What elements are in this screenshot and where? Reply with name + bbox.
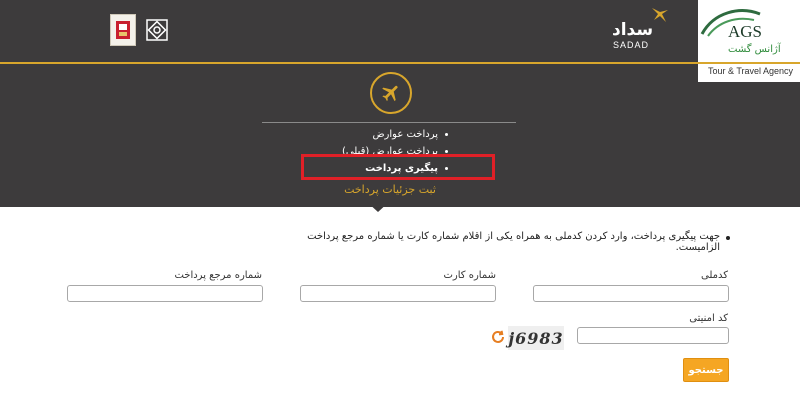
highlight-box xyxy=(301,154,495,180)
sadad-en-text: SADAD xyxy=(613,40,650,50)
national-code-input[interactable] xyxy=(533,285,729,302)
national-code-label: کدملی xyxy=(700,270,728,281)
sadad-fa-text: سداد xyxy=(612,20,654,40)
ref-number-label: شماره مرجع پرداخت xyxy=(174,270,262,281)
agency-fa-name: آژانس گشت xyxy=(728,44,781,55)
menu-item-tolls[interactable]: پرداخت عوارض xyxy=(300,126,448,143)
card-number-input[interactable] xyxy=(300,285,496,302)
airplane-icon xyxy=(382,85,398,102)
instruction-note: جهت پیگیری پرداخت، وارد کردن کدملی به هم… xyxy=(270,231,730,253)
page-header: سداد SADAD AGS آژانس گشت Tour & Travel A… xyxy=(0,0,800,207)
bank-emblem-icon xyxy=(142,15,172,45)
sadad-logo: سداد SADAD xyxy=(612,6,674,52)
plane-badge xyxy=(370,72,412,114)
agency-title: AGS xyxy=(728,22,763,41)
bank-logos xyxy=(110,6,180,54)
card-number-label: شماره کارت xyxy=(443,270,496,281)
bank-melli-logo-icon xyxy=(110,14,136,46)
header-pointer xyxy=(367,202,389,212)
section-subtitle: ثبت جزئیات پرداخت xyxy=(344,183,436,196)
captcha-image: j6983 xyxy=(508,326,564,350)
search-button[interactable]: جستجو xyxy=(683,358,729,382)
security-code-input[interactable] xyxy=(577,327,729,344)
security-code-label: کد امنیتی xyxy=(689,313,728,324)
refresh-captcha-icon[interactable] xyxy=(490,329,506,345)
gold-divider xyxy=(0,62,800,64)
thin-divider xyxy=(262,122,516,123)
agency-en-name: Tour & Travel Agency xyxy=(708,66,794,76)
agency-logo: AGS آژانس گشت Tour & Travel Agency xyxy=(698,0,800,82)
ref-number-input[interactable] xyxy=(67,285,263,302)
